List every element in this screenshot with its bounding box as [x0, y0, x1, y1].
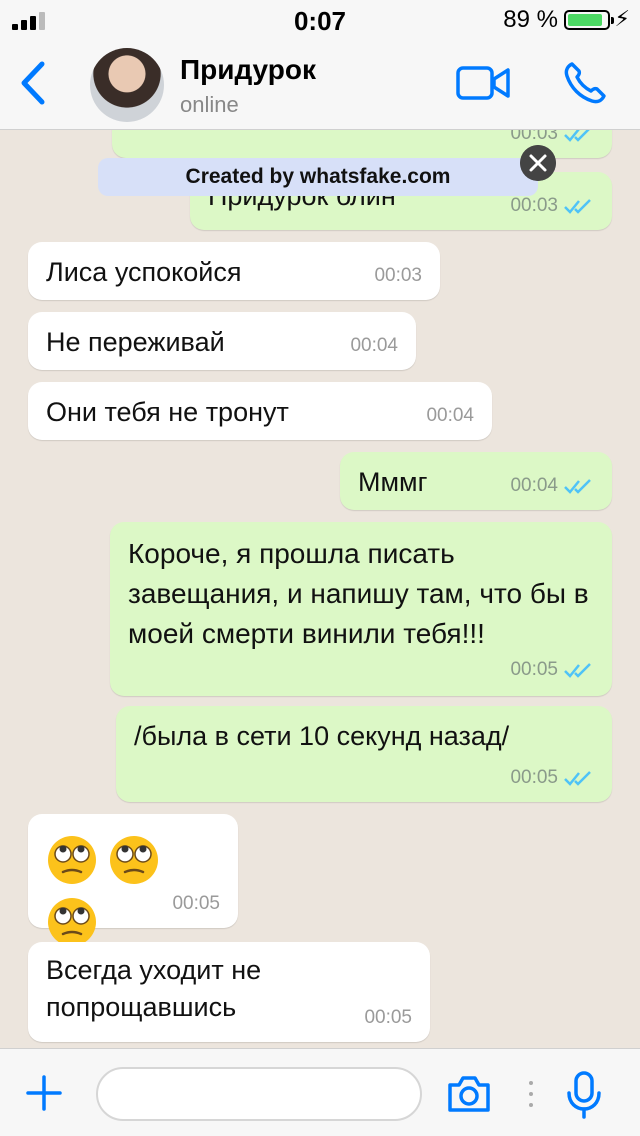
- battery-icon: [564, 10, 614, 30]
- message-outgoing[interactable]: Мммг 00:04: [340, 452, 612, 510]
- message-time: 00:04: [350, 335, 398, 356]
- camera-icon[interactable]: [446, 1075, 492, 1113]
- charging-icon: ⚡: [614, 6, 630, 31]
- message-time: 00:05: [364, 1007, 412, 1028]
- avatar[interactable]: [90, 48, 164, 122]
- message-list[interactable]: 00:03 Придурок блин 00:03 Лиса успокойся…: [0, 130, 640, 1048]
- message-input[interactable]: [96, 1067, 422, 1121]
- more-dots-icon: [529, 1081, 533, 1107]
- watermark-banner: Created by whatsfake.com: [98, 158, 538, 196]
- message-time: 00:04: [510, 475, 558, 496]
- rolling-eyes-emoji-icon: [48, 836, 96, 884]
- message-meta: 00:04: [426, 397, 474, 434]
- message-meta: 00:03: [374, 257, 422, 294]
- message-meta: 00:03: [510, 130, 594, 152]
- message-incoming[interactable]: Не переживай 00:04: [28, 312, 416, 370]
- message-text: Лиса успокойся: [46, 257, 242, 287]
- message-time: 00:03: [374, 265, 422, 286]
- message-outgoing[interactable]: /была в сети 10 секунд назад/ 00:05: [116, 706, 612, 802]
- message-time: 00:05: [510, 659, 558, 680]
- input-bar: [0, 1048, 640, 1136]
- double-check-icon: [564, 198, 591, 214]
- contact-name[interactable]: Придурок: [180, 54, 316, 86]
- battery-percentage: 89 %: [503, 6, 558, 33]
- message-text: /была в сети 10 секунд назад/: [134, 721, 510, 751]
- message-incoming[interactable]: Они тебя не тронут 00:04: [28, 382, 492, 440]
- message-meta: 00:04: [510, 467, 594, 504]
- message-text: Мммг: [358, 467, 428, 497]
- message-incoming[interactable]: 00:05: [28, 814, 238, 946]
- message-text: Всегда уходит не попрощавшись: [46, 955, 262, 1022]
- message-outgoing[interactable]: Короче, я прошла писать завещания, и нап…: [110, 522, 612, 696]
- rolling-eyes-emoji-icon: [48, 898, 96, 946]
- double-check-icon: [564, 130, 590, 142]
- message-text: Короче, я прошла писать завещания, и нап…: [128, 538, 589, 649]
- video-call-icon[interactable]: [456, 64, 510, 102]
- message-incoming[interactable]: Всегда уходит не попрощавшись 00:05: [28, 942, 430, 1042]
- message-time: 00:05: [172, 893, 220, 914]
- message-meta: 00:04: [350, 327, 398, 364]
- back-icon[interactable]: [14, 58, 54, 108]
- message-time: 00:04: [426, 405, 474, 426]
- message-meta: 00:05: [172, 885, 220, 922]
- message-incoming[interactable]: Лиса успокойся 00:03: [28, 242, 440, 300]
- close-icon[interactable]: [520, 145, 556, 181]
- message-meta: 00:05: [510, 650, 594, 690]
- message-meta: 00:05: [510, 759, 594, 796]
- message-meta: 00:05: [364, 999, 412, 1036]
- contact-status: online: [180, 92, 239, 117]
- double-check-icon: [564, 770, 591, 786]
- message-text: Не переживай: [46, 327, 225, 357]
- plus-icon[interactable]: [26, 1075, 62, 1111]
- status-bar: 0:07 89 % ⚡: [0, 0, 640, 40]
- message-time: 00:05: [510, 767, 558, 788]
- rolling-eyes-emoji-icon: [110, 836, 158, 884]
- double-check-icon: [564, 478, 591, 494]
- microphone-icon[interactable]: [566, 1071, 602, 1119]
- chat-header: Придурок online: [0, 40, 640, 130]
- phone-icon[interactable]: [562, 60, 608, 106]
- double-check-icon: [564, 663, 591, 678]
- message-text: Они тебя не тронут: [46, 397, 289, 427]
